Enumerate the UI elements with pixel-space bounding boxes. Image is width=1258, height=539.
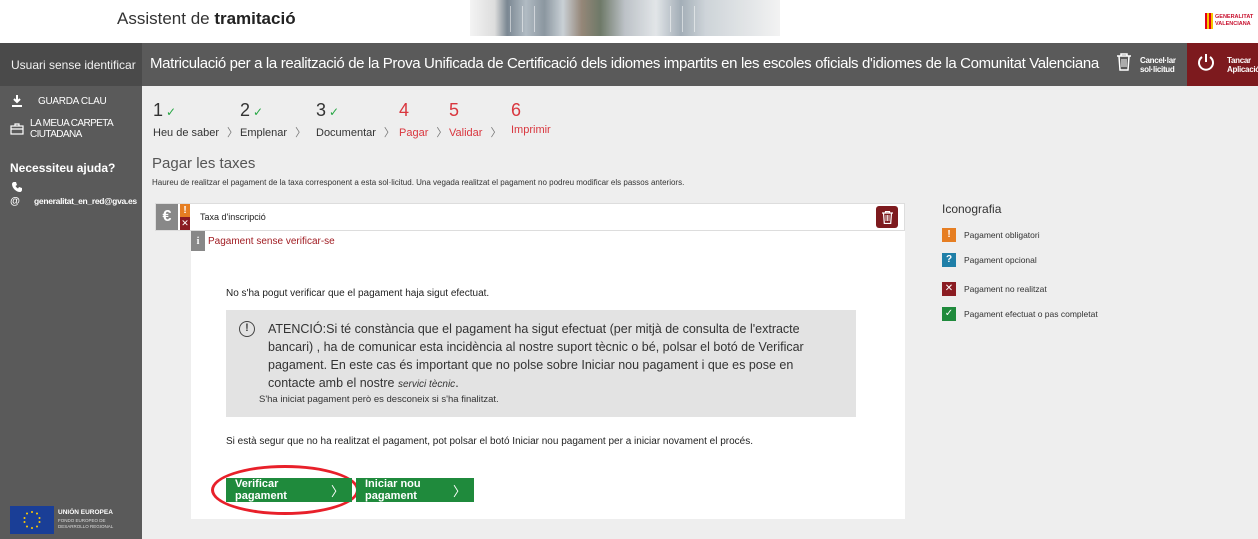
verify-payment-label: Verificar pagament: [235, 478, 287, 502]
step-number: 5: [449, 100, 460, 120]
payment-status: i Pagament sense verificar-se: [191, 231, 335, 251]
legend-label: Pagament efectuat o pas completat: [964, 308, 1098, 319]
section-description: Haureu de realitzar el pagament de la ta…: [152, 178, 685, 187]
generalitat-crest-icon: [1205, 13, 1213, 29]
step-number: 3: [316, 100, 327, 120]
payment-panel: i Pagament sense verificar-se No s'ha po…: [191, 231, 905, 519]
eu-funding-logo: UNIÓN EUROPEA FONDO EUROPEO DE DESARROLLO…: [10, 503, 140, 535]
mandatory-payment-icon: !: [942, 227, 956, 242]
eu-title: UNIÓN EUROPEA: [58, 509, 113, 516]
legend-label: Pagament obligatori: [964, 229, 1040, 240]
email-contact[interactable]: @ generalitat_en_red@gva.es: [10, 195, 137, 207]
optional-payment-icon: ?: [942, 252, 956, 267]
generalitat-logo-text: GENERALITAT VALENCIANA: [1215, 14, 1254, 27]
app-title-bold: tramitació: [214, 9, 296, 28]
chevron-right-icon: 〉: [330, 483, 344, 499]
euro-icon: €: [156, 204, 178, 230]
warning-box: ! ATENCIÓ:Si té constància que el pagame…: [226, 310, 856, 417]
step-3[interactable]: 3 ✓ Documentar 〉: [316, 100, 395, 139]
technical-service-link[interactable]: servici tècnic: [398, 379, 455, 390]
eu-flag-icon: [10, 506, 54, 534]
trash-icon: [1116, 53, 1132, 76]
at-icon: @: [10, 195, 20, 207]
check-icon: ✓: [166, 105, 177, 119]
cancel-request-label: Cancel·lar sol·licitud: [1140, 55, 1176, 74]
not-verified-message: No s'ha pogut verificar que el pagament …: [226, 288, 490, 299]
step-2[interactable]: 2 ✓ Emplenar 〉: [240, 100, 306, 139]
user-status: Usuari sense identificar: [11, 58, 136, 72]
verify-payment-button[interactable]: Verificar pagament 〉: [226, 478, 352, 502]
fee-header: € ! ✕ Taxa d'inscripció: [155, 203, 905, 231]
trash-icon: [881, 210, 893, 224]
warning-footer: S'ha iniciat pagament però es desconeix …: [259, 394, 499, 405]
check-icon: ✓: [253, 105, 264, 119]
app-title-prefix: Assistent de: [117, 9, 215, 28]
step-1[interactable]: 1 ✓ Heu de saber 〉: [153, 100, 238, 139]
section-title: Pagar les taxes: [152, 155, 256, 172]
step-label: Documentar 〉: [316, 127, 395, 139]
app-title: Assistent de tramitació: [117, 9, 296, 29]
close-application-label: Tancar Aplicació: [1227, 55, 1258, 74]
legend-title: Iconografia: [942, 202, 1002, 216]
user-box: Usuari sense identificar: [0, 43, 142, 86]
close-application-button[interactable]: Tancar Aplicació: [1187, 43, 1258, 86]
chevron-right-icon: 〉: [452, 483, 466, 499]
power-icon: [1197, 53, 1215, 76]
sidebar-item-save-key[interactable]: GUARDA CLAU: [10, 95, 107, 107]
sidebar-item-label: LA MEUA CARPETA CIUTADANA: [30, 118, 113, 140]
legend-label: Pagament opcional: [964, 254, 1037, 265]
warning-icon: !: [239, 321, 255, 337]
sidebar-item-my-folder[interactable]: LA MEUA CARPETA CIUTADANA: [10, 118, 142, 140]
step-label: Emplenar 〉: [240, 127, 307, 139]
eu-subtitle: FONDO EUROPEO DE DESARROLLO REGIONAL: [58, 518, 114, 529]
retry-message: Si està segur que no ha realitzat el pag…: [226, 436, 753, 447]
step-4[interactable]: 4 Pagar 〉: [399, 100, 447, 139]
not-paid-icon: ✕: [180, 217, 190, 230]
legend-item-mandatory: ! Pagament obligatori: [942, 222, 1098, 247]
phone-contact: [10, 181, 30, 193]
sidebar-item-label: GUARDA CLAU: [38, 95, 107, 107]
header-banner-image: [470, 0, 780, 36]
folder-icon: [10, 123, 24, 135]
step-label: Pagar 〉: [399, 127, 448, 139]
iconography-legend: Iconografia ! Pagament obligatori ? Paga…: [942, 202, 1098, 326]
mandatory-payment-icon: !: [180, 204, 190, 217]
check-icon: ✓: [329, 105, 340, 119]
start-new-payment-label: Iniciar nou pagament: [365, 478, 421, 502]
contact-email: generalitat_en_red@gva.es: [34, 196, 137, 206]
step-number: 2: [240, 100, 251, 120]
page-title: Matriculació per a la realització de la …: [150, 55, 1099, 72]
step-number: 6: [511, 100, 522, 120]
main-content: 1 ✓ Heu de saber 〉 2 ✓ Emplenar 〉 3 ✓ Documen…: [142, 86, 1258, 539]
delete-fee-button[interactable]: [876, 206, 898, 228]
info-icon: i: [191, 231, 205, 251]
step-label: Heu de saber 〉: [153, 127, 239, 139]
step-number: 1: [153, 100, 164, 120]
step-label: Imprimir: [511, 124, 551, 136]
legend-label: Pagament no realitzat: [964, 283, 1047, 294]
step-6[interactable]: 6 Imprimir: [511, 100, 551, 136]
not-paid-icon: ✕: [942, 281, 956, 296]
completed-icon: ✓: [942, 306, 956, 321]
legend-item-completed: ✓ Pagament efectuat o pas completat: [942, 301, 1098, 326]
warning-text: ATENCIÓ:Si té constància que el pagament…: [268, 322, 804, 390]
payment-status-text: Pagament sense verificar-se: [208, 235, 335, 247]
step-label: Validar 〉: [449, 127, 502, 139]
cancel-request-button[interactable]: Cancel·lar sol·licitud: [1112, 43, 1182, 86]
title-bar: Matriculació per a la realització de la …: [142, 43, 1258, 86]
phone-icon: [10, 181, 24, 193]
legend-item-optional: ? Pagament opcional: [942, 247, 1098, 272]
step-number: 4: [399, 100, 410, 120]
fee-name: Taxa d'inscripció: [200, 212, 266, 222]
generalitat-logo[interactable]: GENERALITAT VALENCIANA: [1205, 13, 1255, 33]
download-icon: [10, 95, 24, 107]
sidebar: Usuari sense identificar GUARDA CLAU LA …: [0, 43, 142, 539]
start-new-payment-button[interactable]: Iniciar nou pagament 〉: [356, 478, 474, 502]
top-header: Assistent de tramitació GENERALITAT VALEN…: [0, 0, 1258, 43]
step-5[interactable]: 5 Validar 〉: [449, 100, 501, 139]
legend-item-not-paid: ✕ Pagament no realitzat: [942, 276, 1098, 301]
help-title: Necessiteu ajuda?: [10, 161, 116, 175]
